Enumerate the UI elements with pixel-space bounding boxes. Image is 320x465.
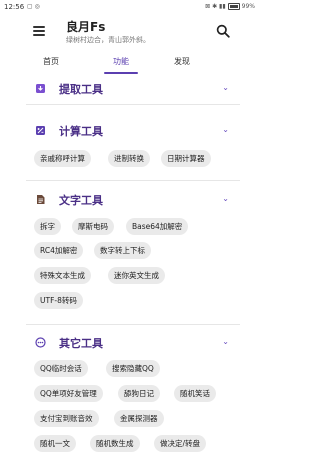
extract-icon — [36, 84, 45, 93]
chevron-down-icon[interactable]: ⌄ — [222, 337, 229, 346]
document-icon — [37, 195, 45, 204]
tab-discover[interactable]: 发现 — [174, 56, 190, 67]
section-extract-header[interactable]: 提取工具 ⌄ — [26, 78, 240, 102]
section-extract-title: 提取工具 — [59, 83, 103, 96]
tools-list: 提取工具 ⌄ 计算工具 ⌄ 亲戚称呼计算 进制转换 日期计算器 文字工具 ⌄ 拆… — [26, 76, 240, 465]
section-text-title: 文字工具 — [59, 194, 103, 207]
app-bar: 良月Fs 绿树村边合，青山郭外斜。 — [0, 14, 260, 50]
tool-chip[interactable]: UTF-8转码 — [34, 292, 83, 309]
tab-home[interactable]: 首页 — [43, 56, 59, 67]
tool-chip[interactable]: 舔狗日记 — [118, 385, 160, 402]
section-calc-title: 计算工具 — [59, 125, 103, 138]
tool-chip[interactable]: 摩斯电码 — [72, 218, 114, 235]
tool-chip[interactable]: 搜索隐藏QQ — [106, 360, 160, 377]
tab-bar: 首页 功能 发现 — [26, 52, 240, 74]
section-text-header[interactable]: 文字工具 ⌄ — [26, 189, 240, 213]
divider — [26, 104, 240, 105]
chevron-down-icon[interactable]: ⌄ — [222, 194, 229, 203]
more-icon — [35, 337, 46, 348]
signal-icon: ⊠ ✱ ▮▮ — [205, 3, 226, 10]
calculator-icon — [36, 126, 45, 135]
chevron-down-icon[interactable]: ⌄ — [222, 83, 229, 92]
app-title: 良月Fs — [66, 20, 106, 34]
tool-chip[interactable]: QQ临时会话 — [34, 360, 88, 377]
tool-chip[interactable]: 拆字 — [34, 218, 61, 235]
tool-chip[interactable]: 支付宝到账音效 — [34, 410, 99, 427]
active-tab-indicator — [104, 72, 138, 74]
tool-chip[interactable]: RC4加解密 — [34, 242, 84, 259]
tool-chip[interactable]: 数字转上下标 — [94, 242, 151, 259]
tool-chip[interactable]: 随机数生成 — [90, 435, 140, 452]
status-right: ⊠ ✱ ▮▮ 99% — [205, 3, 255, 10]
tool-chip[interactable]: 亲戚称呼计算 — [34, 150, 91, 167]
chevron-down-icon[interactable]: ⌄ — [222, 125, 229, 134]
app-subtitle: 绿树村边合，青山郭外斜。 — [66, 36, 150, 44]
divider — [26, 324, 240, 325]
tool-chip[interactable]: 特殊文本生成 — [34, 267, 91, 284]
section-other-title: 其它工具 — [59, 337, 103, 350]
battery-icon — [227, 3, 240, 10]
tool-chip[interactable]: 随机一文 — [34, 435, 76, 452]
menu-icon[interactable] — [33, 26, 45, 36]
search-icon[interactable] — [216, 24, 230, 38]
battery-level: 99% — [241, 3, 255, 10]
tool-chip[interactable]: 进制转换 — [108, 150, 150, 167]
section-calc-header[interactable]: 计算工具 ⌄ — [26, 120, 240, 144]
notification-icons: ▢ ◎ — [27, 3, 40, 10]
tool-chip[interactable]: 日期计算器 — [161, 150, 211, 167]
tool-chip[interactable]: 迷你英文生成 — [108, 267, 165, 284]
status-bar: 12:56 ▢ ◎ ⊠ ✱ ▮▮ 99% — [0, 0, 260, 14]
tool-chip[interactable]: 金属探测器 — [114, 410, 164, 427]
tool-chip[interactable]: QQ单项好友管理 — [34, 385, 103, 402]
tool-chip[interactable]: Base64加解密 — [126, 218, 189, 235]
section-other-header[interactable]: 其它工具 ⌄ — [26, 332, 240, 356]
tool-chip[interactable]: 做决定/转盘 — [154, 435, 207, 452]
divider — [26, 180, 240, 181]
tool-chip[interactable]: 随机笑话 — [174, 385, 216, 402]
tab-features[interactable]: 功能 — [113, 56, 129, 67]
status-time: 12:56 — [4, 3, 25, 11]
